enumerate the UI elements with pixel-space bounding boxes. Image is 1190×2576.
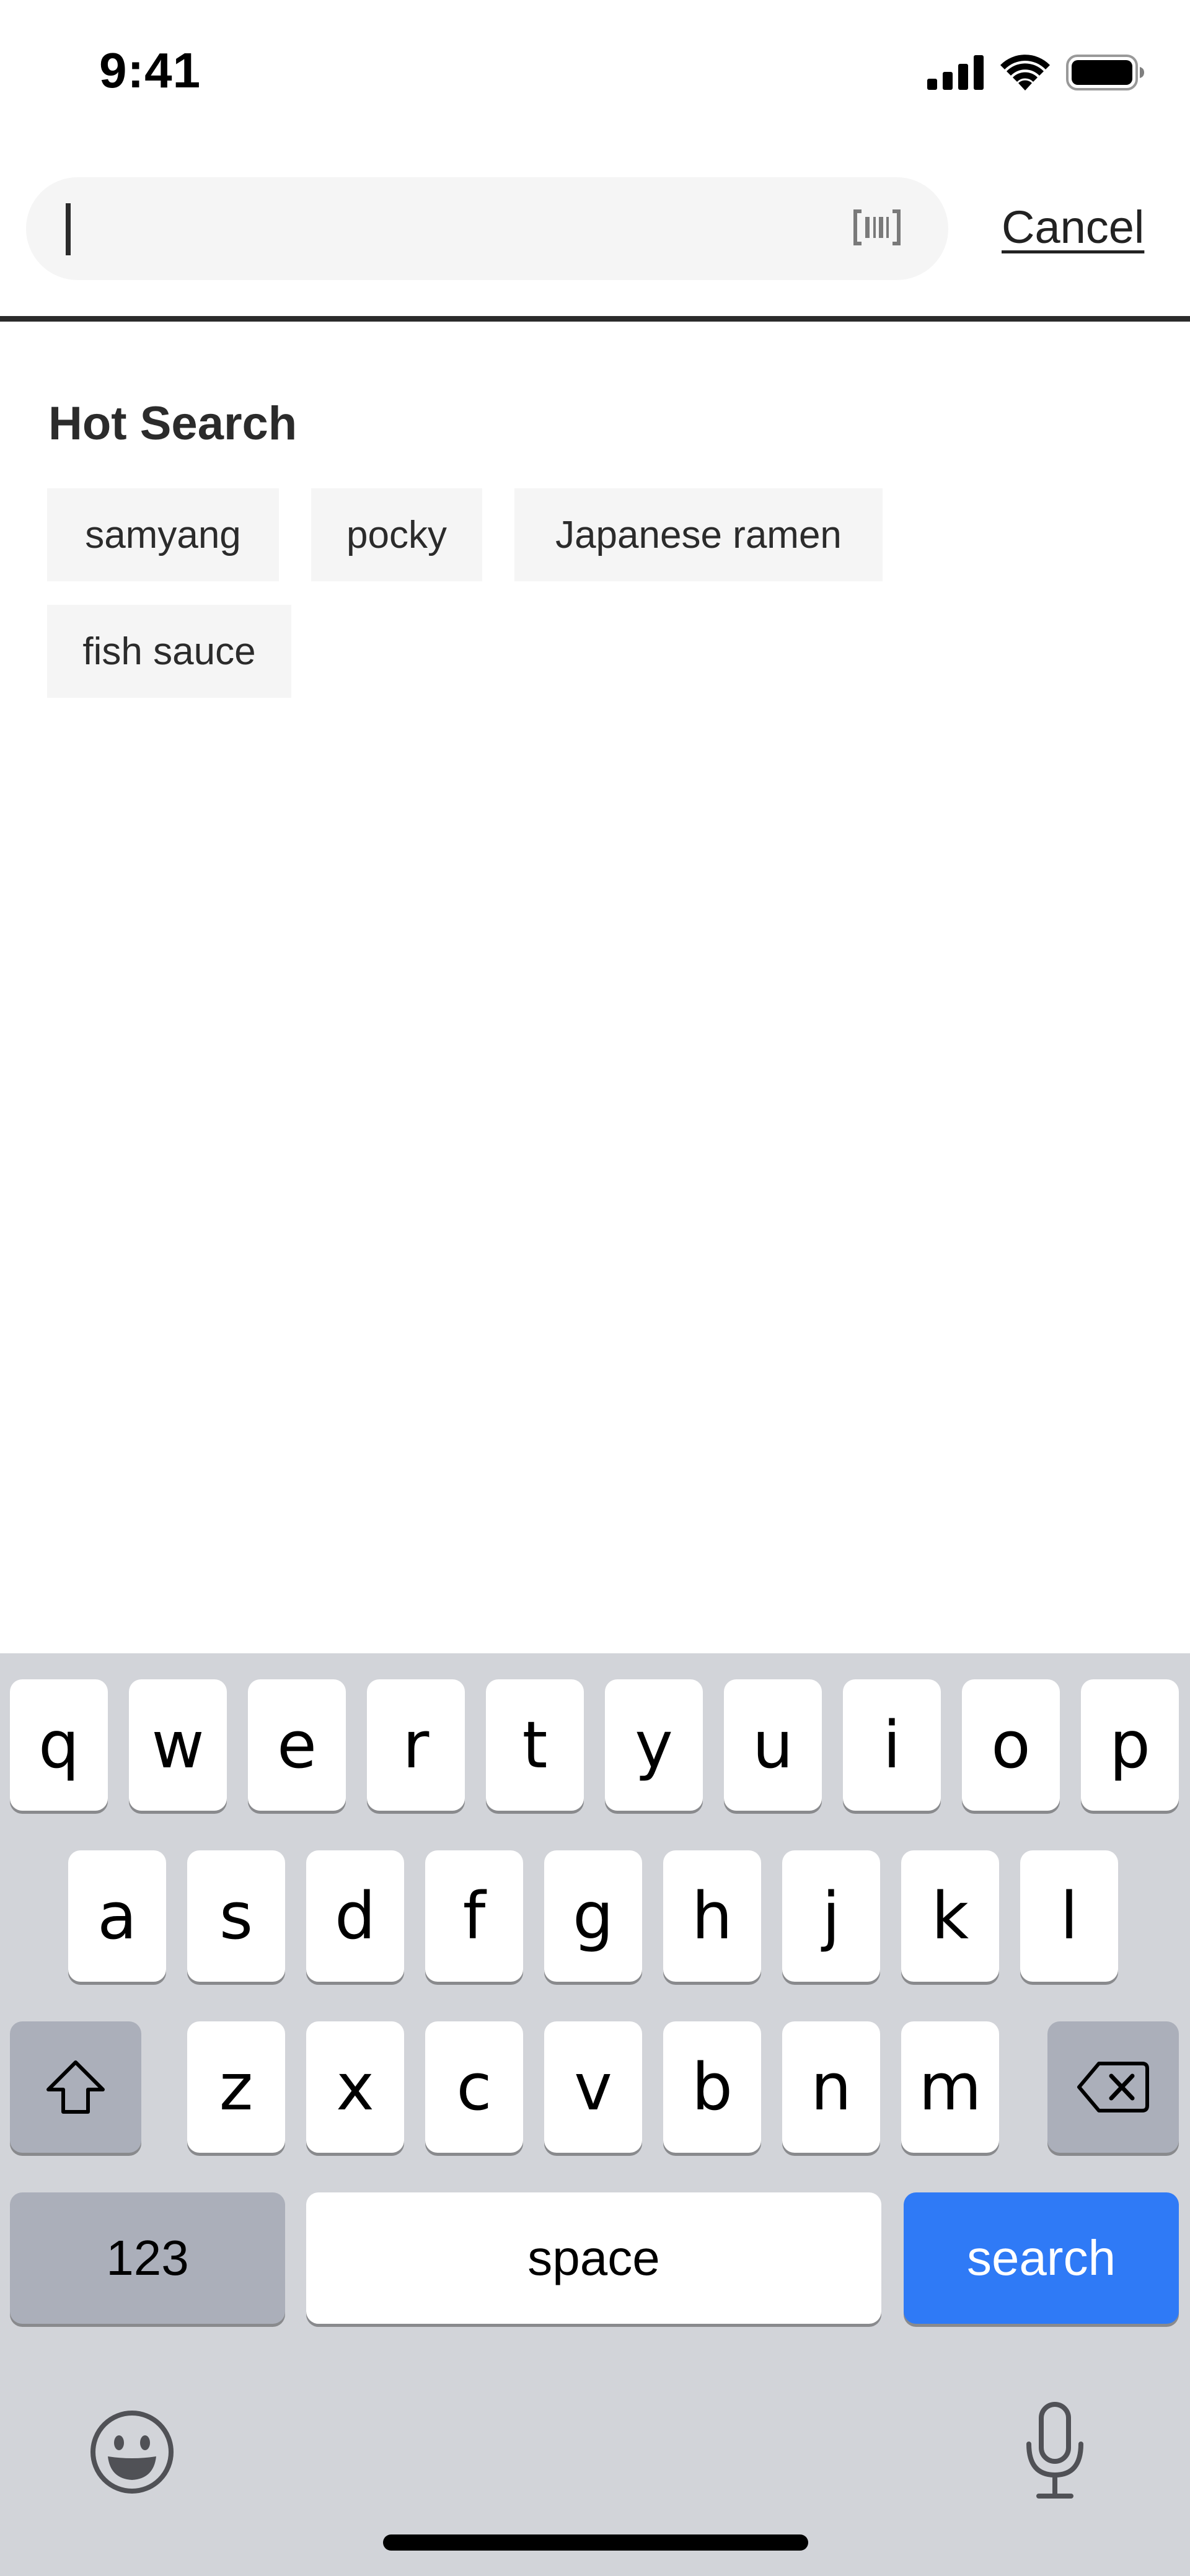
key-r[interactable]: r — [367, 1679, 465, 1811]
text-cursor — [66, 203, 71, 255]
emoji-icon[interactable] — [89, 2409, 175, 2495]
hot-search-chip-pocky[interactable]: pocky — [311, 488, 482, 581]
key-l[interactable]: l — [1020, 1850, 1118, 1982]
status-bar: 9:41 — [0, 0, 1190, 149]
barcode-scan-icon[interactable] — [853, 209, 901, 245]
key-h[interactable]: h — [663, 1850, 761, 1982]
keyboard: q w e r t y u i o p a s d f g h j k l z … — [0, 1653, 1190, 2576]
key-b[interactable]: b — [663, 2021, 761, 2153]
key-t[interactable]: t — [486, 1679, 584, 1811]
key-x[interactable]: x — [306, 2021, 404, 2153]
key-g[interactable]: g — [544, 1850, 642, 1982]
key-j[interactable]: j — [782, 1850, 880, 1982]
key-m[interactable]: m — [901, 2021, 999, 2153]
key-n[interactable]: n — [782, 2021, 880, 2153]
key-z[interactable]: z — [187, 2021, 285, 2153]
space-key[interactable]: space — [306, 2192, 881, 2324]
key-d[interactable]: d — [306, 1850, 404, 1982]
home-indicator — [383, 2534, 808, 2551]
hot-search-chip-samyang[interactable]: samyang — [47, 488, 279, 581]
numbers-key[interactable]: 123 — [10, 2192, 285, 2324]
hot-search-chip-japanese-ramen[interactable]: Japanese ramen — [514, 488, 883, 581]
key-p[interactable]: p — [1081, 1679, 1179, 1811]
key-i[interactable]: i — [843, 1679, 941, 1811]
header-divider — [0, 316, 1190, 322]
backspace-icon — [1077, 2062, 1149, 2112]
status-time: 9:41 — [99, 43, 201, 98]
key-w[interactable]: w — [129, 1679, 227, 1811]
key-a[interactable]: a — [68, 1850, 166, 1982]
key-y[interactable]: y — [605, 1679, 703, 1811]
shift-key[interactable] — [10, 2021, 141, 2153]
key-s[interactable]: s — [187, 1850, 285, 1982]
microphone-icon[interactable] — [1023, 2402, 1087, 2500]
key-o[interactable]: o — [962, 1679, 1060, 1811]
key-q[interactable]: q — [10, 1679, 108, 1811]
cancel-button[interactable]: Cancel — [1002, 201, 1144, 253]
shift-icon — [46, 2060, 105, 2114]
status-icons — [927, 53, 1145, 92]
key-c[interactable]: c — [425, 2021, 523, 2153]
hot-search-chip-fish-sauce[interactable]: fish sauce — [47, 605, 291, 698]
delete-key[interactable] — [1047, 2021, 1179, 2153]
key-k[interactable]: k — [901, 1850, 999, 1982]
wifi-icon — [1000, 55, 1050, 90]
key-v[interactable]: v — [544, 2021, 642, 2153]
search-input[interactable] — [81, 196, 824, 264]
search-key[interactable]: search — [904, 2192, 1179, 2324]
cellular-signal-icon — [927, 55, 984, 90]
key-f[interactable]: f — [425, 1850, 523, 1982]
battery-icon — [1066, 55, 1144, 90]
key-e[interactable]: e — [248, 1679, 346, 1811]
key-u[interactable]: u — [724, 1679, 822, 1811]
hot-search-title: Hot Search — [48, 397, 298, 450]
